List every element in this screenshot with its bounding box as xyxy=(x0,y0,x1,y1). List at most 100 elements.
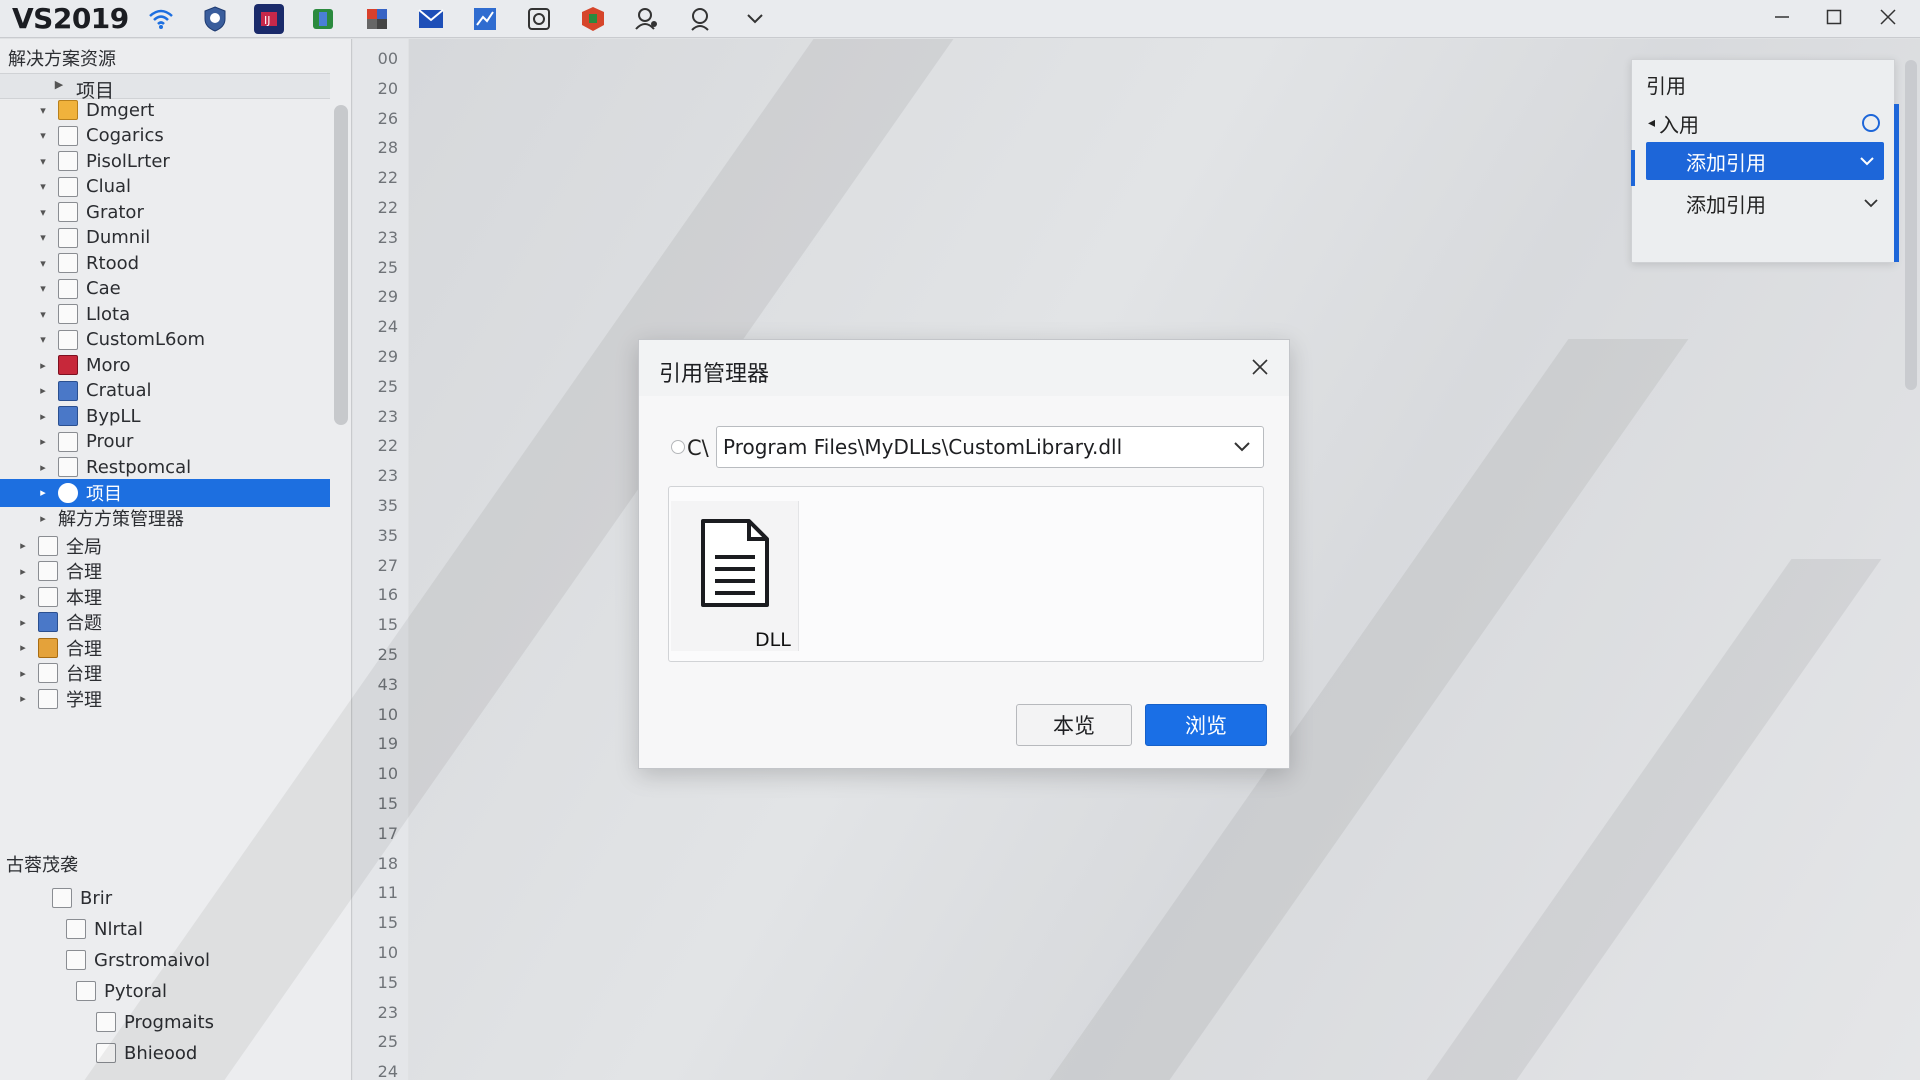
expand-arrow-icon[interactable]: ▾ xyxy=(36,231,50,244)
expand-arrow-icon[interactable]: ▸ xyxy=(36,410,50,423)
expand-arrow-icon[interactable]: ▸ xyxy=(16,539,30,552)
line-number: 20 xyxy=(377,78,398,98)
secondary-button[interactable]: 本览 xyxy=(1016,704,1132,746)
user-settings-icon[interactable] xyxy=(632,4,662,34)
tree-item-label: 本理 xyxy=(66,587,102,609)
expand-arrow-icon[interactable]: ▸ xyxy=(16,565,30,578)
expand-arrow-icon[interactable]: ▾ xyxy=(36,104,50,117)
chart-icon[interactable] xyxy=(470,4,500,34)
tree-item-label: 合理 xyxy=(66,638,102,660)
tree-item[interactable]: ▸ 全局 xyxy=(16,532,316,560)
tree-item-label: Clual xyxy=(86,176,132,197)
checkbox-icon[interactable] xyxy=(52,888,72,908)
close-window-button[interactable] xyxy=(1862,0,1914,34)
editor-scrollbar[interactable] xyxy=(1905,60,1917,390)
chevron-down-icon[interactable] xyxy=(740,4,770,34)
line-number: 23 xyxy=(377,1002,398,1022)
expand-arrow-icon[interactable]: ▸ xyxy=(16,590,30,603)
expand-arrow-icon[interactable]: ▾ xyxy=(36,333,50,346)
expand-arrow-icon[interactable]: ▸ xyxy=(36,435,50,448)
tree-item[interactable]: ▾ PisolLrter xyxy=(36,147,336,175)
shield-icon[interactable] xyxy=(200,4,230,34)
tree-item[interactable]: ▾ Dmgert xyxy=(36,96,336,124)
chevron-down-icon[interactable] xyxy=(1862,193,1880,217)
reference-row-add-active[interactable]: 添加引用 xyxy=(1646,142,1884,180)
line-number: 15 xyxy=(377,615,398,635)
tree-item[interactable]: ▸ Restpomcal xyxy=(36,453,336,481)
expand-arrow-icon[interactable]: ▾ xyxy=(36,129,50,142)
reference-row-add[interactable]: 添加引用 xyxy=(1634,184,1886,222)
tree-item[interactable]: ▸ Prour xyxy=(36,428,336,456)
tree-item[interactable]: ▾ Cae xyxy=(36,275,336,303)
maximize-button[interactable] xyxy=(1808,0,1860,34)
reference-row-import[interactable]: ◂ 入用 xyxy=(1634,104,1886,142)
browse-button[interactable]: 浏览 xyxy=(1145,704,1267,746)
tree-item[interactable]: ▾ Grator xyxy=(36,198,336,226)
tree-item[interactable]: ▸ BypLL xyxy=(36,402,336,430)
file-icon xyxy=(38,535,58,556)
dll-path-input[interactable]: Program Files\MyDLLs\CustomLibrary.dll xyxy=(716,426,1264,468)
expand-arrow-icon[interactable]: ▸ xyxy=(16,641,30,654)
expand-arrow-icon[interactable]: ▸ xyxy=(36,486,50,499)
expand-arrow-icon[interactable]: ▸ xyxy=(36,359,50,372)
line-number: 29 xyxy=(377,347,398,366)
tree-item[interactable]: ▾ Clual xyxy=(36,173,336,201)
tree-item[interactable]: ▸ 台理 xyxy=(16,659,316,687)
expand-arrow-icon[interactable]: ▸ xyxy=(36,512,50,525)
tree-item[interactable]: ▸ 项目 xyxy=(0,478,330,507)
tree-item[interactable]: ▸ Moro xyxy=(36,351,336,379)
tree-item[interactable]: ▾ CustomL6om xyxy=(36,326,336,354)
tree-item[interactable]: ▾ Cogarics xyxy=(36,122,336,150)
tree-item-label: 项目 xyxy=(86,483,122,505)
minimize-button[interactable] xyxy=(1756,0,1808,34)
map-icon[interactable] xyxy=(308,4,338,34)
expand-arrow-icon[interactable]: ▸ xyxy=(16,692,30,705)
sidebar-scrollbar[interactable] xyxy=(334,105,348,425)
ide-icon[interactable]: IJ xyxy=(254,3,284,34)
line-number: 15 xyxy=(377,972,398,992)
tree-item[interactable]: ▸ 合理 xyxy=(16,557,316,585)
dialog-close-button[interactable] xyxy=(1245,352,1275,382)
checkbox-icon[interactable] xyxy=(66,919,86,939)
chevron-down-icon[interactable] xyxy=(1858,151,1876,175)
mail-icon[interactable] xyxy=(416,4,446,34)
expand-arrow-icon[interactable]: ▸ xyxy=(36,384,50,397)
wifi-icon[interactable] xyxy=(146,4,176,34)
tree-item[interactable]: ▾ Dumnil xyxy=(36,224,336,252)
path-dropdown-chevron-icon[interactable] xyxy=(1229,436,1255,458)
tree-item[interactable]: ▾ Rtood xyxy=(36,249,336,277)
tree-item[interactable]: ▸ 合理 xyxy=(16,634,316,662)
expand-arrow-icon[interactable]: ▾ xyxy=(36,308,50,321)
puzzle-icon[interactable] xyxy=(578,4,608,34)
camera-icon[interactable] xyxy=(524,4,554,34)
line-number: 25 xyxy=(377,376,398,396)
circle-icon[interactable] xyxy=(1862,114,1880,132)
tree-item[interactable]: Brir xyxy=(52,884,112,912)
expand-arrow-icon[interactable]: ▸ xyxy=(36,461,50,474)
line-number: 23 xyxy=(377,466,398,486)
tree-item[interactable]: ▸ 合题 xyxy=(16,608,316,636)
tree-item[interactable]: ▾ Llota xyxy=(36,300,336,328)
expand-arrow-icon[interactable]: ▸ xyxy=(16,667,30,680)
expand-arrow-icon[interactable]: ▾ xyxy=(36,282,50,295)
dll-file-tile[interactable]: DLL xyxy=(671,501,799,651)
file-icon xyxy=(58,227,78,248)
expand-arrow-icon[interactable]: ▾ xyxy=(36,155,50,168)
checkbox-icon[interactable] xyxy=(96,1012,116,1032)
tree-item[interactable]: ▸ 学理 xyxy=(16,685,316,713)
tools-icon[interactable] xyxy=(362,4,392,34)
tree-item[interactable]: ▸ Cratual xyxy=(36,377,336,405)
expand-arrow-icon[interactable]: ▶ xyxy=(52,78,66,91)
tree-item[interactable]: Nlrtal xyxy=(66,915,143,943)
line-number: 29 xyxy=(377,287,398,307)
checkbox-icon[interactable] xyxy=(66,950,86,970)
checkbox-icon[interactable] xyxy=(76,981,96,1001)
tree-item[interactable]: ▸ 本理 xyxy=(16,583,316,611)
expand-arrow-icon[interactable]: ▾ xyxy=(36,206,50,219)
path-radio[interactable] xyxy=(671,440,685,454)
expand-arrow-icon[interactable]: ▾ xyxy=(36,180,50,193)
expand-arrow-icon[interactable]: ▸ xyxy=(16,616,30,629)
tree-item[interactable]: ▸ 解方方策管理器 xyxy=(36,504,336,532)
search-icon[interactable] xyxy=(686,4,716,34)
expand-arrow-icon[interactable]: ▾ xyxy=(36,257,50,270)
